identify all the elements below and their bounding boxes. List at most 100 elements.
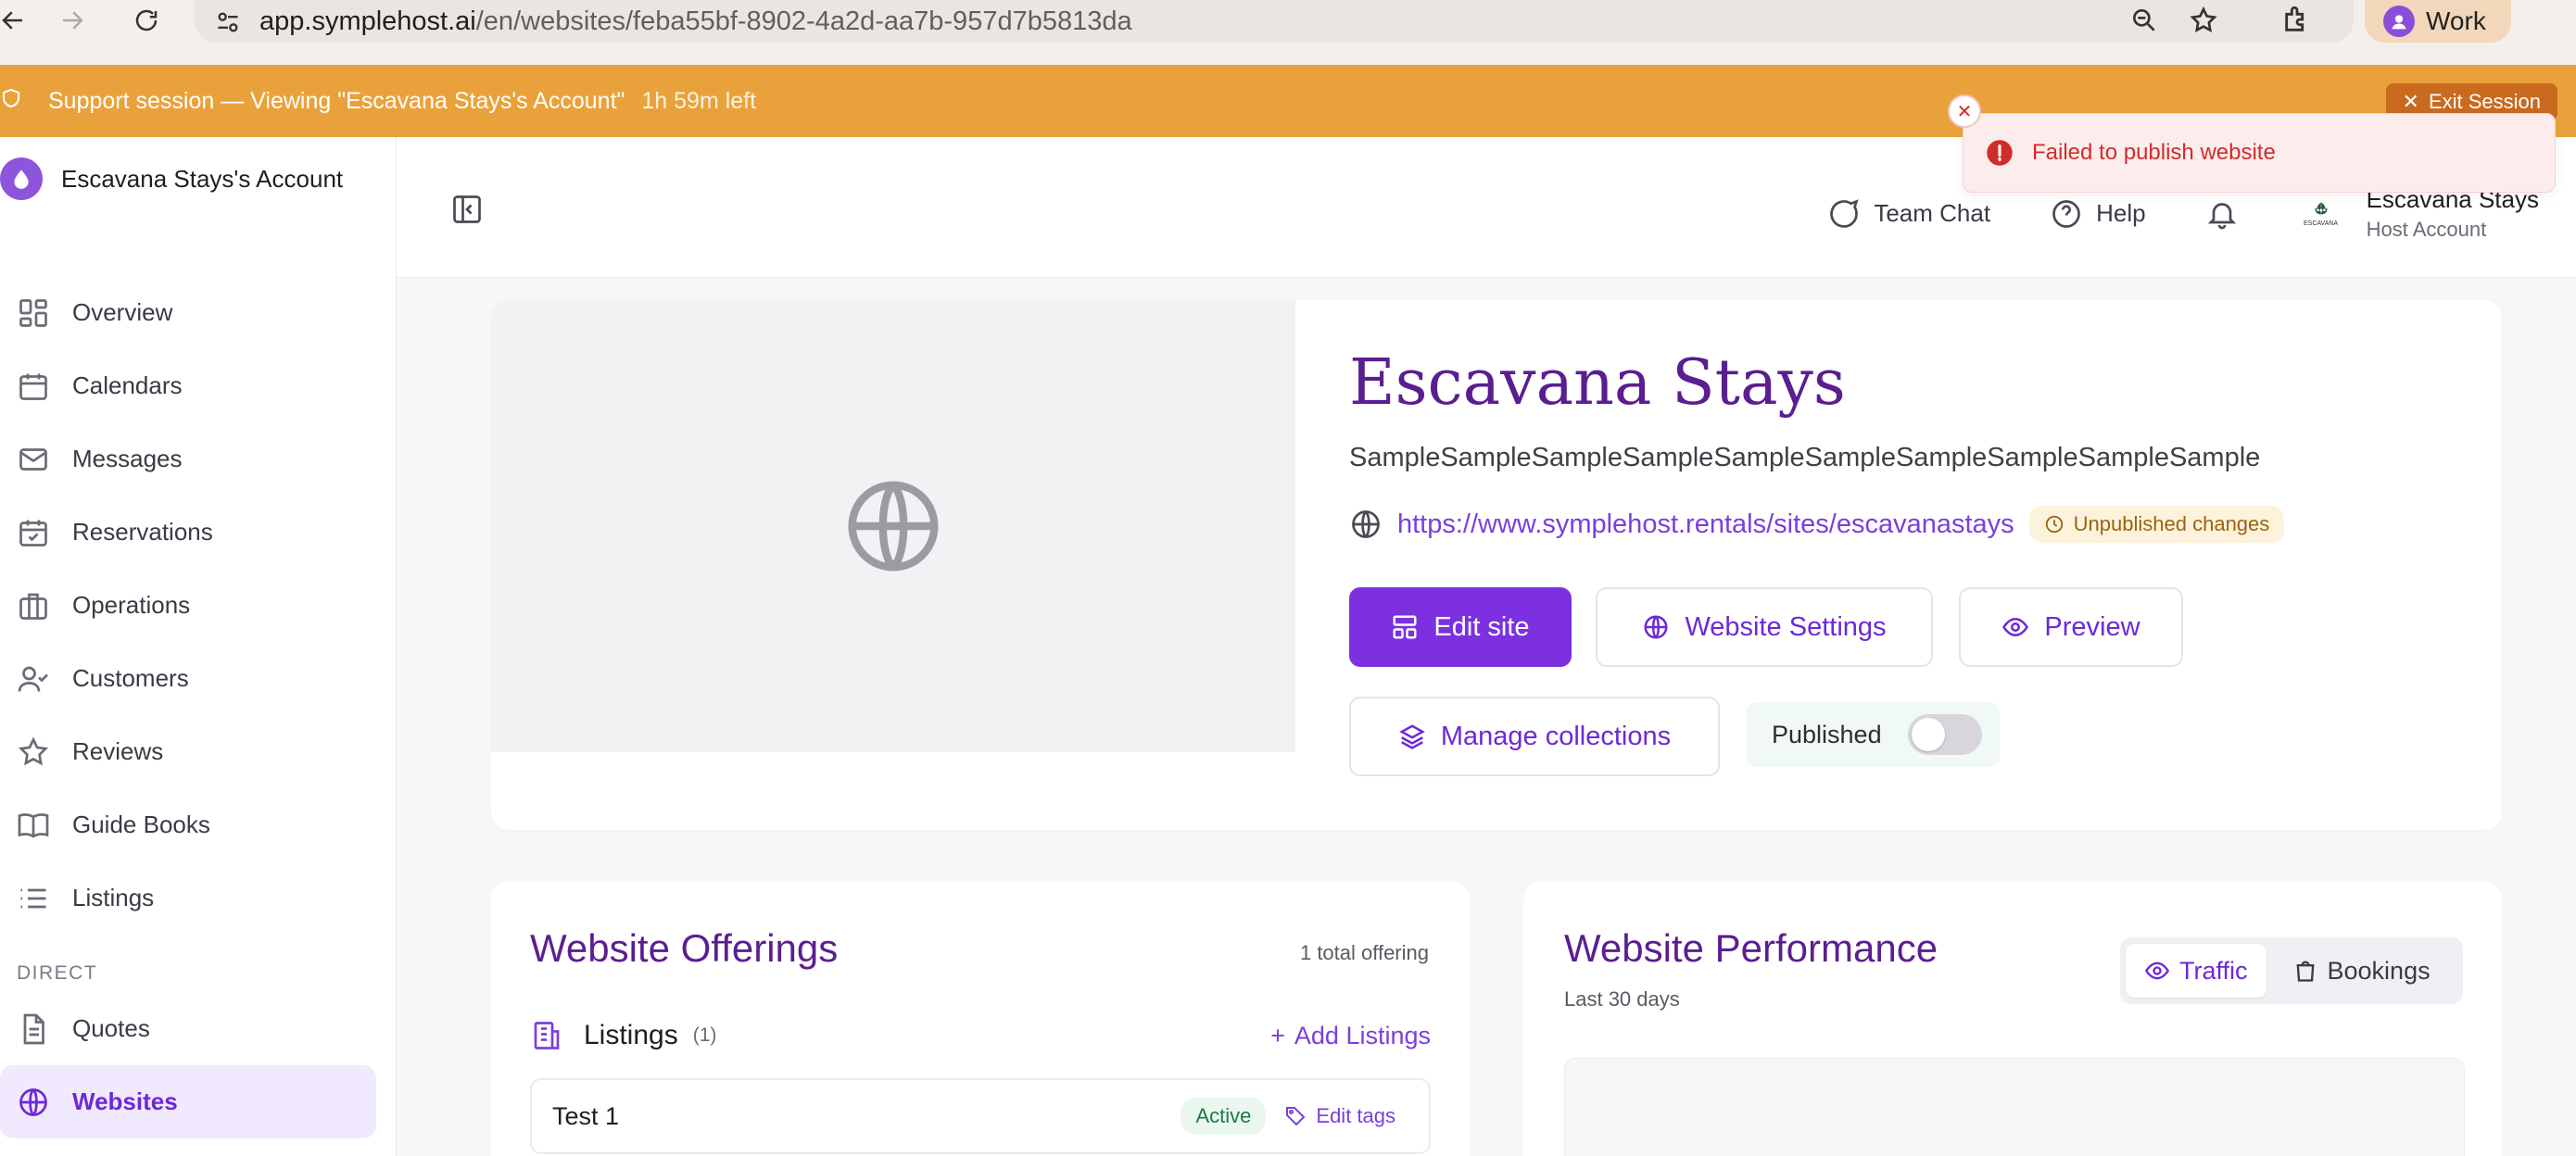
performance-chart-area — [1564, 1058, 2465, 1156]
building-icon — [534, 1022, 560, 1049]
sidebar-collapse-icon[interactable] — [450, 193, 484, 226]
sidebar-item-label: Customers — [72, 664, 189, 692]
list-icon — [20, 888, 46, 908]
address-bar[interactable]: app.symplehost.ai/en/websites/feba55bf-8… — [195, 0, 2354, 43]
sidebar-item-quotes[interactable]: Quotes — [0, 992, 397, 1065]
tab-bookings-label: Bookings — [2327, 956, 2431, 985]
sidebar-item-label: Operations — [72, 591, 191, 619]
edit-site-button[interactable]: Edit site — [1349, 587, 1572, 667]
published-toggle-box: Published — [1746, 702, 2000, 767]
sidebar-item-label: Reservations — [72, 518, 213, 546]
shopping-bag-icon — [2296, 961, 2314, 982]
eye-icon — [2144, 961, 2170, 980]
globe-icon — [19, 1087, 47, 1116]
manage-collections-label: Manage collections — [1440, 721, 1672, 751]
account-switcher[interactable]: Escavana Stays's Account — [0, 157, 343, 200]
globe-icon — [1352, 510, 1380, 538]
sidebar-item-label: Websites — [72, 1087, 178, 1115]
url-host: app.symplehost.ai — [259, 6, 476, 36]
preview-button[interactable]: Preview — [1959, 587, 2183, 667]
book-icon — [18, 812, 49, 838]
close-icon: ✕ — [2402, 90, 2419, 113]
sidebar-item-label: Calendars — [72, 371, 183, 399]
website-preview-placeholder — [491, 300, 1295, 752]
clock-icon — [2045, 515, 2063, 534]
layers-icon — [1399, 724, 1425, 749]
support-session-text: Support session — Viewing "Escavana Stay… — [48, 87, 625, 114]
profile-label: Work — [2426, 6, 2486, 35]
edit-tags-button[interactable]: Edit tags — [1284, 1104, 1395, 1128]
sidebar-item-operations[interactable]: Operations — [0, 569, 397, 642]
account-name: Escavana Stays's Account — [61, 164, 344, 193]
user-check-icon — [18, 666, 48, 692]
chat-bubble-icon — [1830, 198, 1859, 228]
edit-site-label: Edit site — [1433, 611, 1530, 642]
tab-bookings[interactable]: Bookings — [2274, 944, 2449, 998]
site-info-icon[interactable] — [215, 9, 241, 40]
browser-profile-chip[interactable]: Work — [2365, 0, 2511, 43]
listings-header: Listings (1) + Add Listings — [530, 1019, 1431, 1052]
website-settings-button[interactable]: Website Settings — [1596, 587, 1933, 667]
alert-circle-icon — [1987, 140, 2013, 166]
mail-icon — [19, 447, 47, 471]
sidebar-item-label: Guide Books — [72, 810, 210, 838]
unpublished-changes-label: Unpublished changes — [2073, 512, 2270, 535]
manage-collections-button[interactable]: Manage collections — [1349, 697, 1720, 776]
url-path: /en/websites/feba55bf-8902-4a2d-aa7b-957… — [475, 6, 1132, 36]
layout-icon — [1393, 615, 1417, 639]
sidebar-item-overview[interactable]: Overview — [0, 276, 397, 349]
website-offerings-card: Website Offerings 1 total offering Listi… — [491, 882, 1470, 1156]
sidebar-item-label: Overview — [72, 298, 173, 326]
extensions-icon[interactable] — [2281, 4, 2313, 40]
site-url-link[interactable]: https://www.symplehost.rentals/sites/esc… — [1397, 509, 2014, 540]
team-chat-button[interactable]: Team Chat — [1827, 197, 1990, 231]
user-logo: ESCAVANA — [2298, 191, 2344, 237]
sidebar-item-calendars[interactable]: Calendars — [0, 349, 397, 422]
help-label: Help — [2096, 199, 2146, 227]
header-actions: Team Chat Help ESCAVANA Escavana Stays H… — [1827, 185, 2576, 242]
user-menu[interactable]: ESCAVANA Escavana Stays Host Account — [2298, 185, 2539, 242]
sidebar-item-websites[interactable]: Websites — [0, 1065, 376, 1138]
sidebar-item-guide-books[interactable]: Guide Books — [0, 788, 397, 861]
sidebar-item-reviews[interactable]: Reviews — [0, 715, 397, 788]
leaf-logo-icon — [2315, 202, 2328, 215]
listings-label: Listings — [584, 1020, 678, 1050]
sidebar-section-direct: DIRECT — [17, 962, 98, 984]
total-offering-count: 1 total offering — [1299, 941, 1429, 964]
performance-subtitle: Last 30 days — [1564, 987, 1680, 1011]
zoom-icon[interactable] — [2129, 6, 2159, 40]
calendar-check-icon — [19, 520, 47, 547]
back-arrow-icon[interactable] — [0, 2, 32, 39]
sidebar-item-label: Listings — [72, 884, 155, 911]
session-time-left: 1h 59m left — [641, 87, 757, 114]
sidebar-item-reservations[interactable]: Reservations — [0, 496, 397, 569]
plus-icon: + — [1270, 1021, 1285, 1049]
exit-session-label: Exit Session — [2428, 90, 2541, 113]
list-item[interactable]: Test 1 Active Edit tags — [530, 1078, 1431, 1154]
logo-text: ESCAVANA — [2304, 220, 2339, 227]
notifications-button[interactable] — [2205, 197, 2239, 231]
user-role: Host Account — [2366, 218, 2487, 241]
globe-icon — [848, 481, 939, 572]
help-button[interactable]: Help — [2050, 197, 2146, 231]
published-label: Published — [1772, 720, 1882, 748]
grid-icon — [19, 298, 47, 327]
add-listings-button[interactable]: + Add Listings — [1270, 1022, 1431, 1050]
listings-count: (1) — [692, 1024, 717, 1046]
reload-icon[interactable] — [128, 2, 165, 39]
website-hero-card: Escavana Stays SampleSampleSampleSampleS… — [491, 300, 2502, 830]
calendar-icon — [19, 373, 47, 400]
sidebar: Escavana Stays's Account Overview Calend… — [0, 137, 397, 1156]
published-toggle[interactable] — [1907, 714, 1982, 755]
forward-arrow-icon[interactable] — [54, 2, 91, 39]
tab-traffic[interactable]: Traffic — [2126, 944, 2267, 998]
site-link-row: https://www.symplehost.rentals/sites/esc… — [1349, 506, 2285, 543]
sidebar-item-listings[interactable]: Listings — [0, 861, 397, 935]
bookmark-star-icon[interactable] — [2189, 6, 2218, 40]
briefcase-icon — [19, 593, 47, 620]
sidebar-item-customers[interactable]: Customers — [0, 642, 397, 715]
sidebar-item-messages[interactable]: Messages — [0, 422, 397, 496]
add-listings-label: Add Listings — [1294, 1021, 1431, 1049]
website-settings-label: Website Settings — [1685, 611, 1887, 642]
toast-close-button[interactable]: ✕ — [1948, 94, 1981, 128]
